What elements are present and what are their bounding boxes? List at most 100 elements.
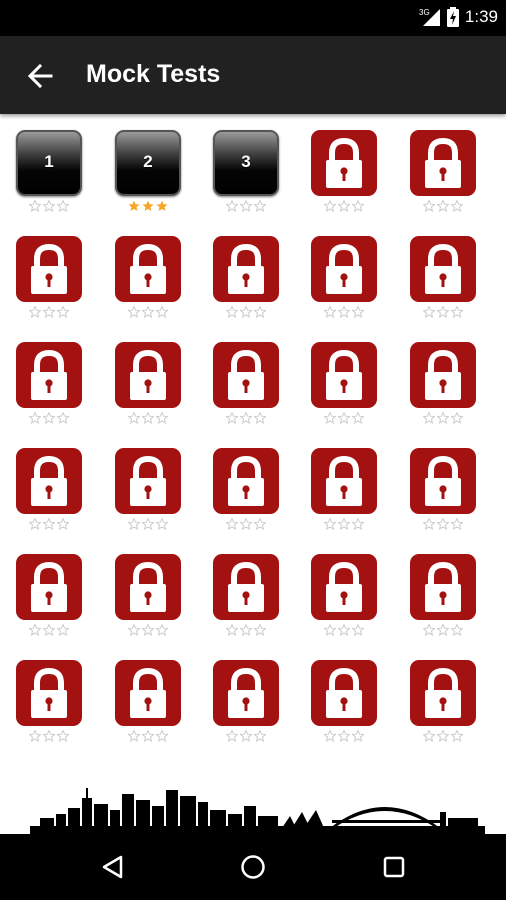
page-title: Mock Tests bbox=[86, 60, 221, 88]
test-item[interactable] bbox=[410, 342, 476, 432]
star-rating bbox=[418, 624, 468, 636]
locked-test-tile[interactable] bbox=[311, 130, 377, 196]
locked-test-tile[interactable] bbox=[115, 448, 181, 514]
star-empty-icon bbox=[43, 624, 55, 636]
test-item[interactable] bbox=[115, 554, 181, 644]
locked-test-tile[interactable] bbox=[115, 342, 181, 408]
locked-test-tile[interactable] bbox=[16, 236, 82, 302]
star-rating bbox=[24, 306, 74, 318]
locked-test-tile[interactable] bbox=[311, 236, 377, 302]
locked-test-tile[interactable] bbox=[213, 554, 279, 620]
arrow-left-icon bbox=[27, 63, 53, 89]
test-button[interactable]: 2 bbox=[115, 130, 181, 196]
test-item[interactable] bbox=[410, 236, 476, 326]
star-rating bbox=[123, 306, 173, 318]
test-item[interactable] bbox=[213, 448, 279, 538]
locked-test-tile[interactable] bbox=[410, 342, 476, 408]
test-item[interactable] bbox=[115, 236, 181, 326]
locked-test-tile[interactable] bbox=[410, 660, 476, 726]
back-button[interactable] bbox=[20, 56, 60, 96]
star-empty-icon bbox=[254, 730, 266, 742]
locked-test-tile[interactable] bbox=[213, 660, 279, 726]
test-item[interactable] bbox=[16, 448, 82, 538]
test-item[interactable] bbox=[16, 236, 82, 326]
locked-test-tile[interactable] bbox=[213, 448, 279, 514]
padlock-icon bbox=[228, 243, 264, 294]
star-rating bbox=[24, 200, 74, 212]
locked-test-tile[interactable] bbox=[16, 554, 82, 620]
test-item[interactable]: 2 bbox=[115, 130, 181, 220]
locked-test-tile[interactable] bbox=[115, 236, 181, 302]
test-button[interactable]: 1 bbox=[16, 130, 82, 196]
locked-test-tile[interactable] bbox=[311, 554, 377, 620]
locked-test-tile[interactable] bbox=[115, 660, 181, 726]
star-empty-icon bbox=[142, 730, 154, 742]
test-item[interactable] bbox=[410, 660, 476, 750]
locked-test-tile[interactable] bbox=[16, 448, 82, 514]
test-item[interactable] bbox=[311, 660, 377, 750]
test-item[interactable] bbox=[115, 660, 181, 750]
test-item[interactable] bbox=[16, 660, 82, 750]
locked-test-tile[interactable] bbox=[410, 554, 476, 620]
locked-test-tile[interactable] bbox=[410, 130, 476, 196]
locked-test-tile[interactable] bbox=[410, 236, 476, 302]
test-item[interactable] bbox=[311, 130, 377, 220]
locked-test-tile[interactable] bbox=[115, 554, 181, 620]
star-empty-icon bbox=[43, 518, 55, 530]
star-empty-icon bbox=[226, 200, 238, 212]
star-empty-icon bbox=[352, 518, 364, 530]
star-empty-icon bbox=[437, 624, 449, 636]
padlock-icon bbox=[130, 561, 166, 612]
test-button[interactable]: 3 bbox=[213, 130, 279, 196]
test-item[interactable] bbox=[311, 236, 377, 326]
star-empty-icon bbox=[128, 306, 140, 318]
nav-recents-button[interactable] bbox=[379, 852, 409, 882]
test-item[interactable]: 3 bbox=[213, 130, 279, 220]
sydney-skyline-image bbox=[30, 788, 485, 834]
test-item[interactable] bbox=[410, 554, 476, 644]
locked-test-tile[interactable] bbox=[311, 660, 377, 726]
star-empty-icon bbox=[324, 624, 336, 636]
star-empty-icon bbox=[240, 518, 252, 530]
padlock-icon bbox=[326, 137, 362, 188]
nav-home-button[interactable] bbox=[238, 852, 268, 882]
star-rating bbox=[123, 730, 173, 742]
padlock-icon bbox=[228, 455, 264, 506]
test-item[interactable] bbox=[213, 236, 279, 326]
star-filled-icon bbox=[156, 200, 168, 211]
test-item[interactable] bbox=[115, 342, 181, 432]
test-item[interactable] bbox=[213, 660, 279, 750]
test-item[interactable] bbox=[311, 448, 377, 538]
locked-test-tile[interactable] bbox=[16, 342, 82, 408]
status-icons: 3G 1:39 bbox=[419, 7, 498, 27]
locked-test-tile[interactable] bbox=[213, 342, 279, 408]
star-rating bbox=[319, 200, 369, 212]
locked-test-tile[interactable] bbox=[311, 448, 377, 514]
locked-test-tile[interactable] bbox=[213, 236, 279, 302]
test-item[interactable] bbox=[311, 342, 377, 432]
test-item[interactable] bbox=[16, 554, 82, 644]
star-empty-icon bbox=[29, 200, 41, 212]
star-rating bbox=[418, 306, 468, 318]
star-empty-icon bbox=[226, 730, 238, 742]
test-item[interactable] bbox=[115, 448, 181, 538]
padlock-icon bbox=[31, 561, 67, 612]
locked-test-tile[interactable] bbox=[16, 660, 82, 726]
star-empty-icon bbox=[57, 624, 69, 636]
test-item[interactable] bbox=[311, 554, 377, 644]
test-item[interactable] bbox=[213, 342, 279, 432]
test-item[interactable]: 1 bbox=[16, 130, 82, 220]
star-empty-icon bbox=[451, 624, 463, 636]
star-empty-icon bbox=[352, 730, 364, 742]
test-item[interactable] bbox=[410, 130, 476, 220]
locked-test-tile[interactable] bbox=[410, 448, 476, 514]
test-number: 2 bbox=[143, 152, 153, 171]
test-item[interactable] bbox=[213, 554, 279, 644]
test-item[interactable] bbox=[16, 342, 82, 432]
locked-test-tile[interactable] bbox=[311, 342, 377, 408]
star-rating bbox=[24, 518, 74, 530]
back-triangle-icon bbox=[102, 855, 123, 879]
test-item[interactable] bbox=[410, 448, 476, 538]
nav-back-button[interactable] bbox=[98, 852, 128, 882]
star-empty-icon bbox=[240, 412, 252, 424]
